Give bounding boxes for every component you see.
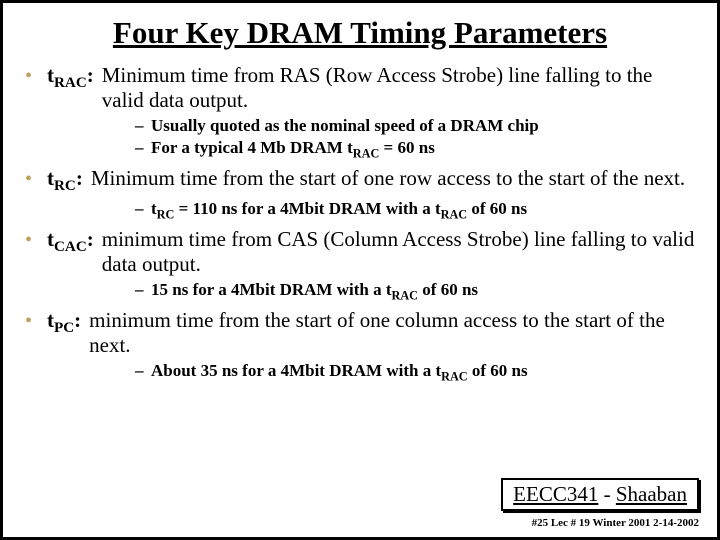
def-tcac: minimum time from CAS (Column Access Str… [94, 227, 695, 277]
sub-text: About 35 ns for a 4Mbit DRAM with a tRAC… [151, 360, 528, 385]
bullet-icon: • [25, 63, 47, 89]
sub-tpc-0: – About 35 ns for a 4Mbit DRAM with a tR… [135, 360, 695, 385]
sub-trac-0: – Usually quoted as the nominal speed of… [135, 115, 695, 137]
def-trac: Minimum time from RAS (Row Access Strobe… [94, 63, 695, 113]
sub-trac-1: – For a typical 4 Mb DRAM tRAC = 60 ns [135, 137, 695, 162]
sub-text: 15 ns for a 4Mbit DRAM with a tRAC of 60… [151, 279, 478, 304]
term-trac: tRAC: [47, 63, 94, 92]
bullet-icon: • [25, 308, 47, 334]
footer-dash: - [598, 482, 616, 506]
term-tcac: tCAC: [47, 227, 94, 256]
sub-text: For a typical 4 Mb DRAM tRAC = 60 ns [151, 137, 435, 162]
footer-box: EECC341 - Shaaban [501, 478, 699, 511]
bullet-trac: • tRAC: Minimum time from RAS (Row Acces… [25, 63, 695, 113]
dash-icon: – [135, 279, 151, 301]
dash-icon: – [135, 360, 151, 382]
bullet-tpc: • tPC: minimum time from the start of on… [25, 308, 695, 358]
sub-text: tRC = 110 ns for a 4Mbit DRAM with a tRA… [151, 198, 527, 223]
footer-author: Shaaban [616, 482, 687, 506]
footer-small: #25 Lec # 19 Winter 2001 2-14-2002 [532, 517, 699, 529]
bullet-icon: • [25, 227, 47, 253]
sub-trc-0: – tRC = 110 ns for a 4Mbit DRAM with a t… [135, 198, 695, 223]
dash-icon: – [135, 137, 151, 159]
bullet-tcac: • tCAC: minimum time from CAS (Column Ac… [25, 227, 695, 277]
slide: Four Key DRAM Timing Parameters • tRAC: … [0, 0, 720, 540]
sub-tcac-0: – 15 ns for a 4Mbit DRAM with a tRAC of … [135, 279, 695, 304]
term-tpc: tPC: [47, 308, 81, 337]
slide-title: Four Key DRAM Timing Parameters [25, 15, 695, 51]
def-tpc: minimum time from the start of one colum… [81, 308, 695, 358]
footer-course: EECC341 [513, 482, 598, 506]
def-trc: Minimum time from the start of one row a… [83, 166, 685, 191]
dash-icon: – [135, 115, 151, 137]
bullet-icon: • [25, 166, 47, 192]
term-trc: tRC: [47, 166, 83, 195]
sub-text: Usually quoted as the nominal speed of a… [151, 115, 539, 137]
bullet-trc: • tRC: Minimum time from the start of on… [25, 166, 695, 195]
dash-icon: – [135, 198, 151, 220]
